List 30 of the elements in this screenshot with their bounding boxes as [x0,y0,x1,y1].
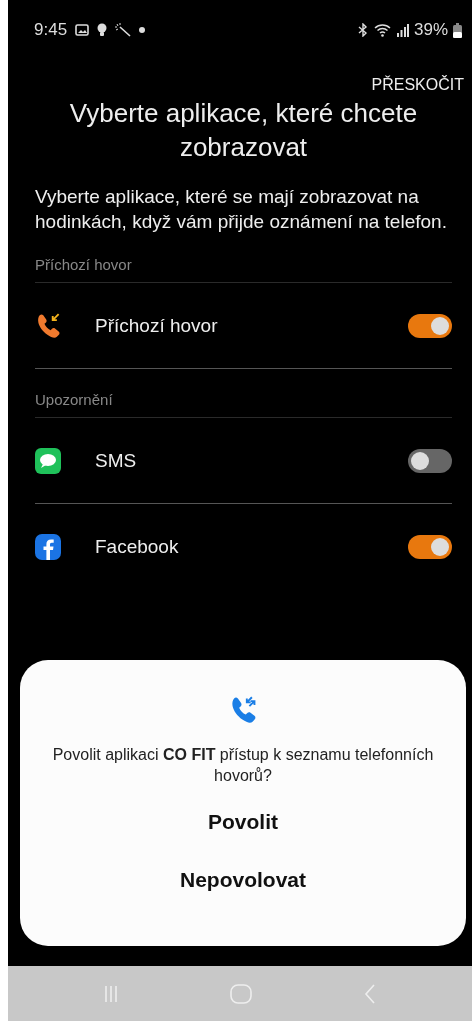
app-label: SMS [95,449,138,472]
battery-percent: 39% [413,20,448,40]
back-icon [364,983,376,1004]
incoming-call-icon [35,312,61,339]
wifi-icon [373,23,392,37]
lightbulb-icon [97,23,108,37]
signal-icon [396,23,409,37]
skip-button[interactable]: PŘESKOČIT [371,56,464,94]
magic-wand-icon [115,23,132,37]
toggle-switch[interactable] [408,313,452,338]
app-label: Facebook [95,535,180,558]
dialog-button[interactable]: Nepovolovat [170,862,316,898]
status-time: 9:45 [34,20,68,40]
image-icon [75,24,90,36]
app-label: Příchozí hovor [95,314,219,337]
recent-apps-icon [104,984,118,1003]
section-header: Příchozí hovor [35,256,133,275]
page-title: Vyberte aplikace, které chcete zobrazovat [68,97,419,164]
home-icon [230,983,252,1004]
dot-icon [139,27,146,33]
toggle-switch[interactable] [408,448,452,473]
toggle-switch[interactable] [408,534,452,559]
chat-bubble-icon [35,447,61,474]
f-logo-icon [35,533,61,560]
description-text: Vyberte aplikace, které se mají zobrazovat na hodinkách, když vám přijde oznámení na telefon. [35,185,448,234]
dialog-message: Povolit aplikaci CO FIT přístup k seznamu telefonních hovorů? [51,745,435,786]
battery-icon [453,22,462,38]
section-header: Upozornění [35,391,114,410]
dialog-button[interactable]: Povolit [198,804,288,840]
bluetooth-icon [356,23,369,37]
